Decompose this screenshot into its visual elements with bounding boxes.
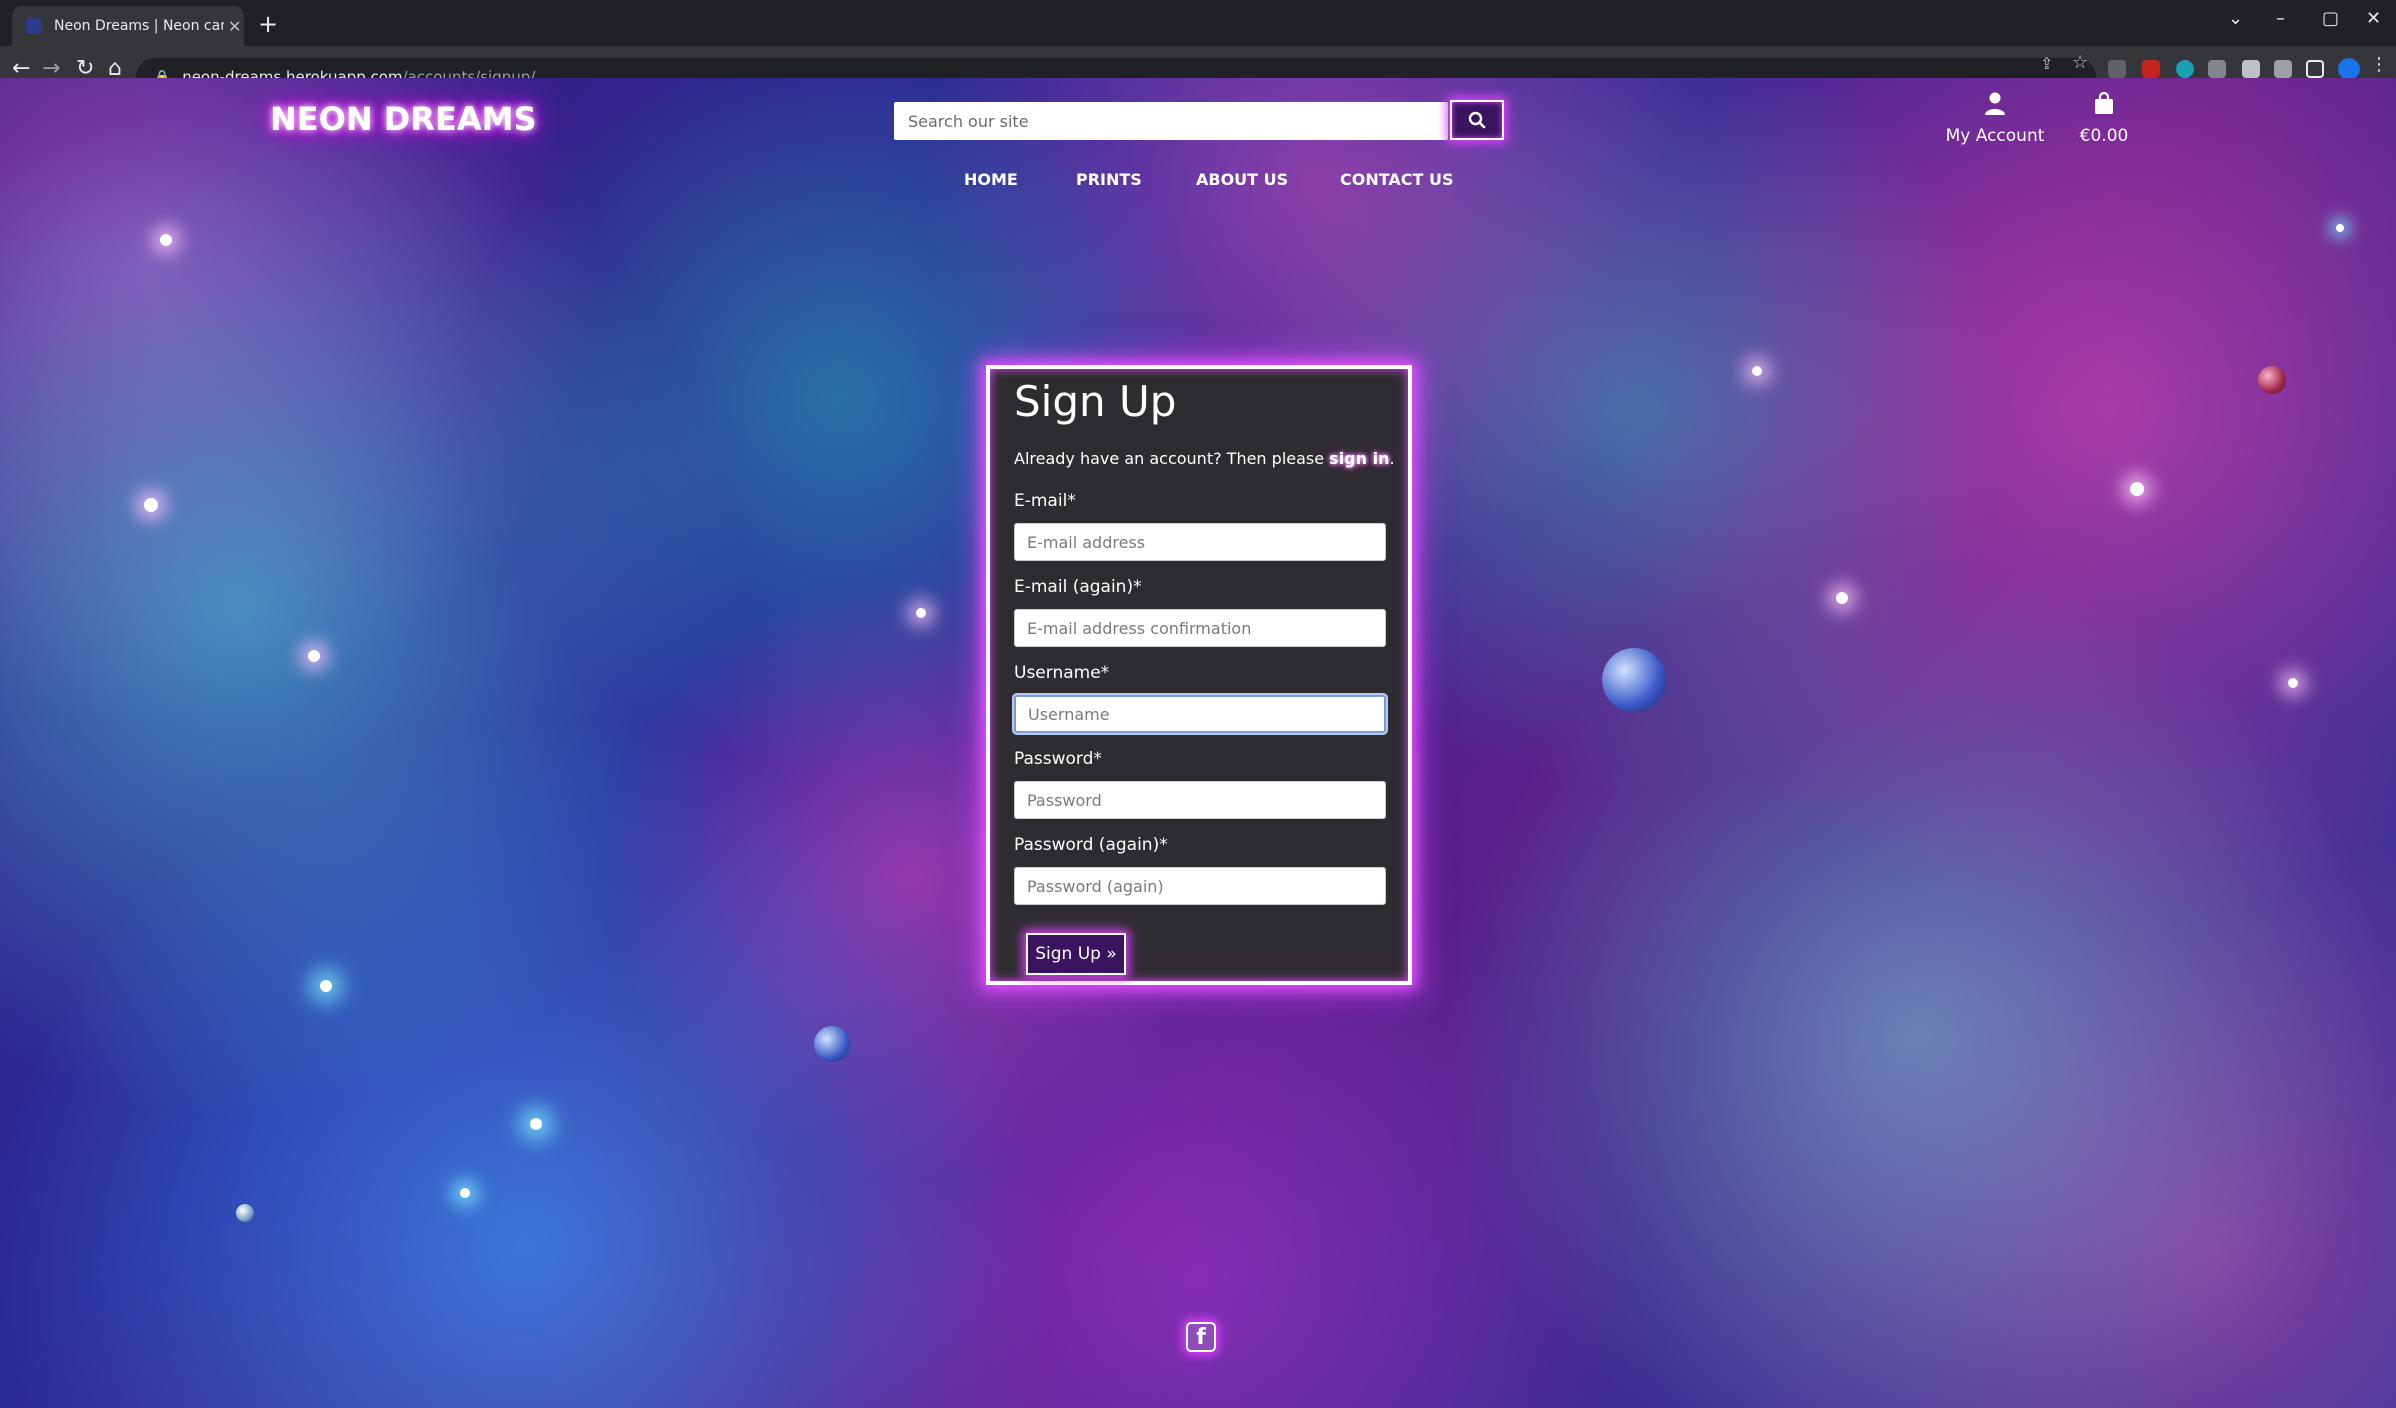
tab-search-icon[interactable]: ⌄ — [2228, 8, 2243, 29]
browser-tab[interactable]: Neon Dreams | Neon canvas prin ✕ — [12, 6, 244, 46]
side-panel-icon[interactable] — [2306, 60, 2324, 78]
nav-home[interactable]: HOME — [964, 170, 1018, 189]
password-label: Password* — [1014, 749, 1102, 769]
nav-about-us[interactable]: ABOUT US — [1196, 170, 1288, 189]
nav-contact-us[interactable]: CONTACT US — [1340, 170, 1454, 189]
my-account-label: My Account — [1945, 126, 2045, 146]
email-again-label: E-mail (again)* — [1014, 577, 1142, 597]
facebook-icon[interactable]: f — [1186, 1322, 1216, 1352]
shopping-bag-link[interactable]: €0.00 — [2074, 91, 2134, 146]
my-account-link[interactable]: My Account — [1940, 92, 2050, 146]
search-icon — [1468, 111, 1486, 129]
username-label: Username* — [1014, 663, 1110, 683]
extensions-puzzle-icon[interactable] — [2242, 60, 2260, 78]
page-title: Sign Up — [1014, 377, 1177, 426]
password-again-field[interactable] — [1014, 867, 1386, 905]
new-tab-button[interactable]: + — [258, 10, 278, 38]
search-input[interactable] — [894, 102, 1448, 140]
maximize-icon[interactable]: ▢ — [2322, 8, 2339, 29]
extension-red-icon[interactable] — [2142, 60, 2160, 78]
email-again-field[interactable] — [1014, 609, 1386, 647]
planet-decoration — [2258, 366, 2286, 394]
star-decoration — [460, 1188, 470, 1198]
star-decoration — [1752, 366, 1762, 376]
extension-a-icon[interactable] — [2176, 60, 2194, 78]
reading-list-icon[interactable] — [2274, 60, 2292, 78]
signin-prompt-end: . — [1389, 449, 1395, 468]
site-favicon-icon — [26, 18, 42, 34]
email-field[interactable] — [1014, 523, 1386, 561]
page-background: NEON DREAMS My Account €0.00 HOME PRINTS… — [0, 78, 2396, 1408]
extension-gray-icon[interactable] — [2208, 60, 2226, 78]
email-label: E-mail* — [1014, 491, 1076, 511]
star-decoration — [1836, 592, 1848, 604]
planet-decoration — [814, 1026, 850, 1062]
bag-total: €0.00 — [2079, 126, 2129, 146]
minimize-icon[interactable]: – — [2276, 8, 2285, 29]
star-decoration — [2130, 482, 2144, 496]
signin-prompt-text: Already have an account? Then please — [1014, 449, 1330, 468]
star-decoration — [160, 234, 172, 246]
browser-tabbar: Neon Dreams | Neon canvas prin ✕ + ⌄ – ▢… — [0, 0, 2396, 46]
bookmark-star-icon[interactable]: ☆ — [2072, 52, 2090, 73]
planet-decoration — [236, 1204, 254, 1222]
star-decoration — [2288, 678, 2298, 688]
star-decoration — [530, 1118, 542, 1130]
password-field[interactable] — [1014, 781, 1386, 819]
planet-decoration — [1602, 648, 1666, 712]
site-logo[interactable]: NEON DREAMS — [270, 100, 536, 138]
star-decoration — [2336, 224, 2344, 232]
share-icon[interactable]: ⇪ — [2040, 54, 2058, 73]
star-decoration — [916, 608, 926, 618]
signin-link[interactable]: sign in — [1329, 449, 1389, 468]
star-decoration — [320, 980, 332, 992]
window-close-icon[interactable]: ✕ — [2366, 8, 2381, 29]
star-decoration — [308, 650, 320, 662]
search-button[interactable] — [1450, 100, 1504, 140]
password-again-label: Password (again)* — [1014, 835, 1168, 855]
signup-card: Sign Up Already have an account? Then pl… — [986, 365, 1412, 985]
browser-menu-icon[interactable]: ⋮ — [2370, 54, 2388, 75]
signup-button[interactable]: Sign Up » — [1026, 933, 1126, 975]
shopping-bag-icon — [2095, 91, 2113, 114]
signin-prompt: Already have an account? Then please sig… — [1014, 449, 1395, 468]
user-icon — [1985, 92, 2005, 115]
tab-title: Neon Dreams | Neon canvas prin — [54, 18, 224, 34]
profile-avatar-icon[interactable] — [2338, 58, 2360, 80]
extension-z-icon[interactable] — [2108, 60, 2126, 78]
username-field[interactable] — [1014, 695, 1386, 733]
tab-close-icon[interactable]: ✕ — [228, 17, 241, 36]
star-decoration — [144, 498, 158, 512]
nav-prints[interactable]: PRINTS — [1076, 170, 1142, 189]
